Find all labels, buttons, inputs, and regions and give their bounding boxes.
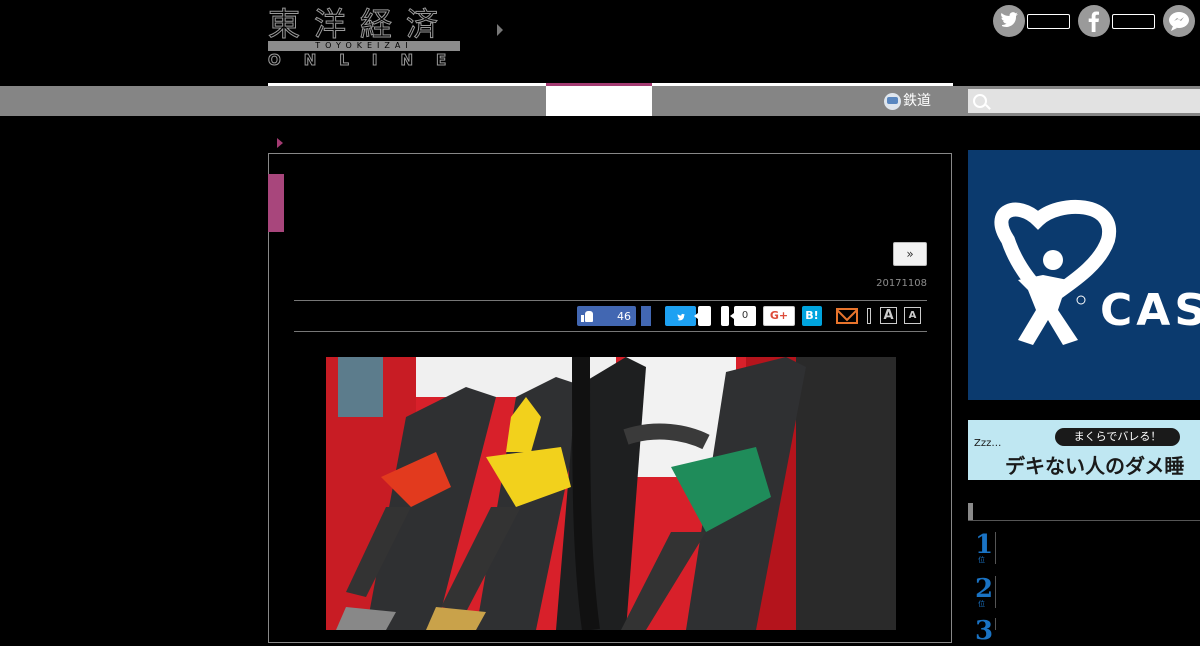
ad-cas-text: CAS	[1100, 285, 1200, 336]
ad-sleep-headline: デキない人のダメ睡	[1005, 454, 1185, 478]
search-icon[interactable]	[973, 94, 987, 108]
nav-railway-label: 鉄道	[903, 93, 931, 109]
facebook-like-button[interactable]: 46	[577, 306, 636, 326]
twitter-count	[1027, 14, 1070, 29]
pocket-button[interactable]	[721, 306, 729, 326]
rank-divider	[995, 576, 996, 608]
thumbs-up-icon	[581, 310, 594, 322]
logo-subtitle: ONLINE	[268, 51, 470, 69]
facebook-icon[interactable]	[1078, 5, 1110, 37]
hatena-bookmark-button[interactable]: B!	[802, 306, 822, 326]
divider	[294, 300, 927, 301]
rank-suffix: 位	[978, 556, 985, 564]
pocket-count: 0	[730, 306, 756, 326]
nav-item-active[interactable]	[546, 86, 652, 116]
breadcrumb-arrow-icon	[277, 138, 283, 148]
train-icon	[884, 92, 901, 110]
article-hero-image	[326, 357, 896, 630]
google-plus-button[interactable]: G+	[763, 306, 795, 326]
rank-divider	[995, 532, 996, 564]
ad-sleep-tagline: まくらでバレる！	[1055, 428, 1180, 446]
facebook-share-button[interactable]	[641, 306, 651, 326]
ranking-header-line	[968, 520, 1200, 521]
twitter-icon[interactable]	[993, 5, 1025, 37]
print-button[interactable]	[867, 308, 871, 324]
nav-item-railway[interactable]: 鉄道	[884, 86, 931, 116]
like-count: 46	[617, 309, 631, 323]
ad-banner-cas[interactable]	[968, 150, 1200, 400]
logo-title[interactable]: 東洋経済	[268, 4, 460, 44]
rank-number: 3	[975, 616, 994, 646]
facebook-count	[1112, 14, 1155, 29]
mail-icon[interactable]	[836, 308, 858, 324]
tweet-count	[694, 306, 711, 326]
font-large-button[interactable]: A	[880, 307, 897, 324]
caret-right-icon	[497, 24, 503, 36]
sleep-zzz-text: Zzz…	[974, 438, 1002, 449]
publish-date: 20171108	[876, 278, 927, 289]
ranking-header-accent	[968, 503, 973, 520]
font-small-button[interactable]: A	[904, 307, 921, 324]
search-input[interactable]	[968, 89, 1200, 113]
chat-bubble-icon[interactable]	[1163, 5, 1195, 37]
next-page-button[interactable]: »	[893, 242, 927, 266]
rank-suffix: 位	[978, 600, 985, 608]
rank-divider	[995, 618, 996, 630]
tweet-button[interactable]	[665, 306, 696, 326]
divider	[294, 331, 927, 332]
logo-romaji: TOYOKEIZAI	[268, 41, 460, 51]
title-accent-bar	[268, 174, 284, 232]
